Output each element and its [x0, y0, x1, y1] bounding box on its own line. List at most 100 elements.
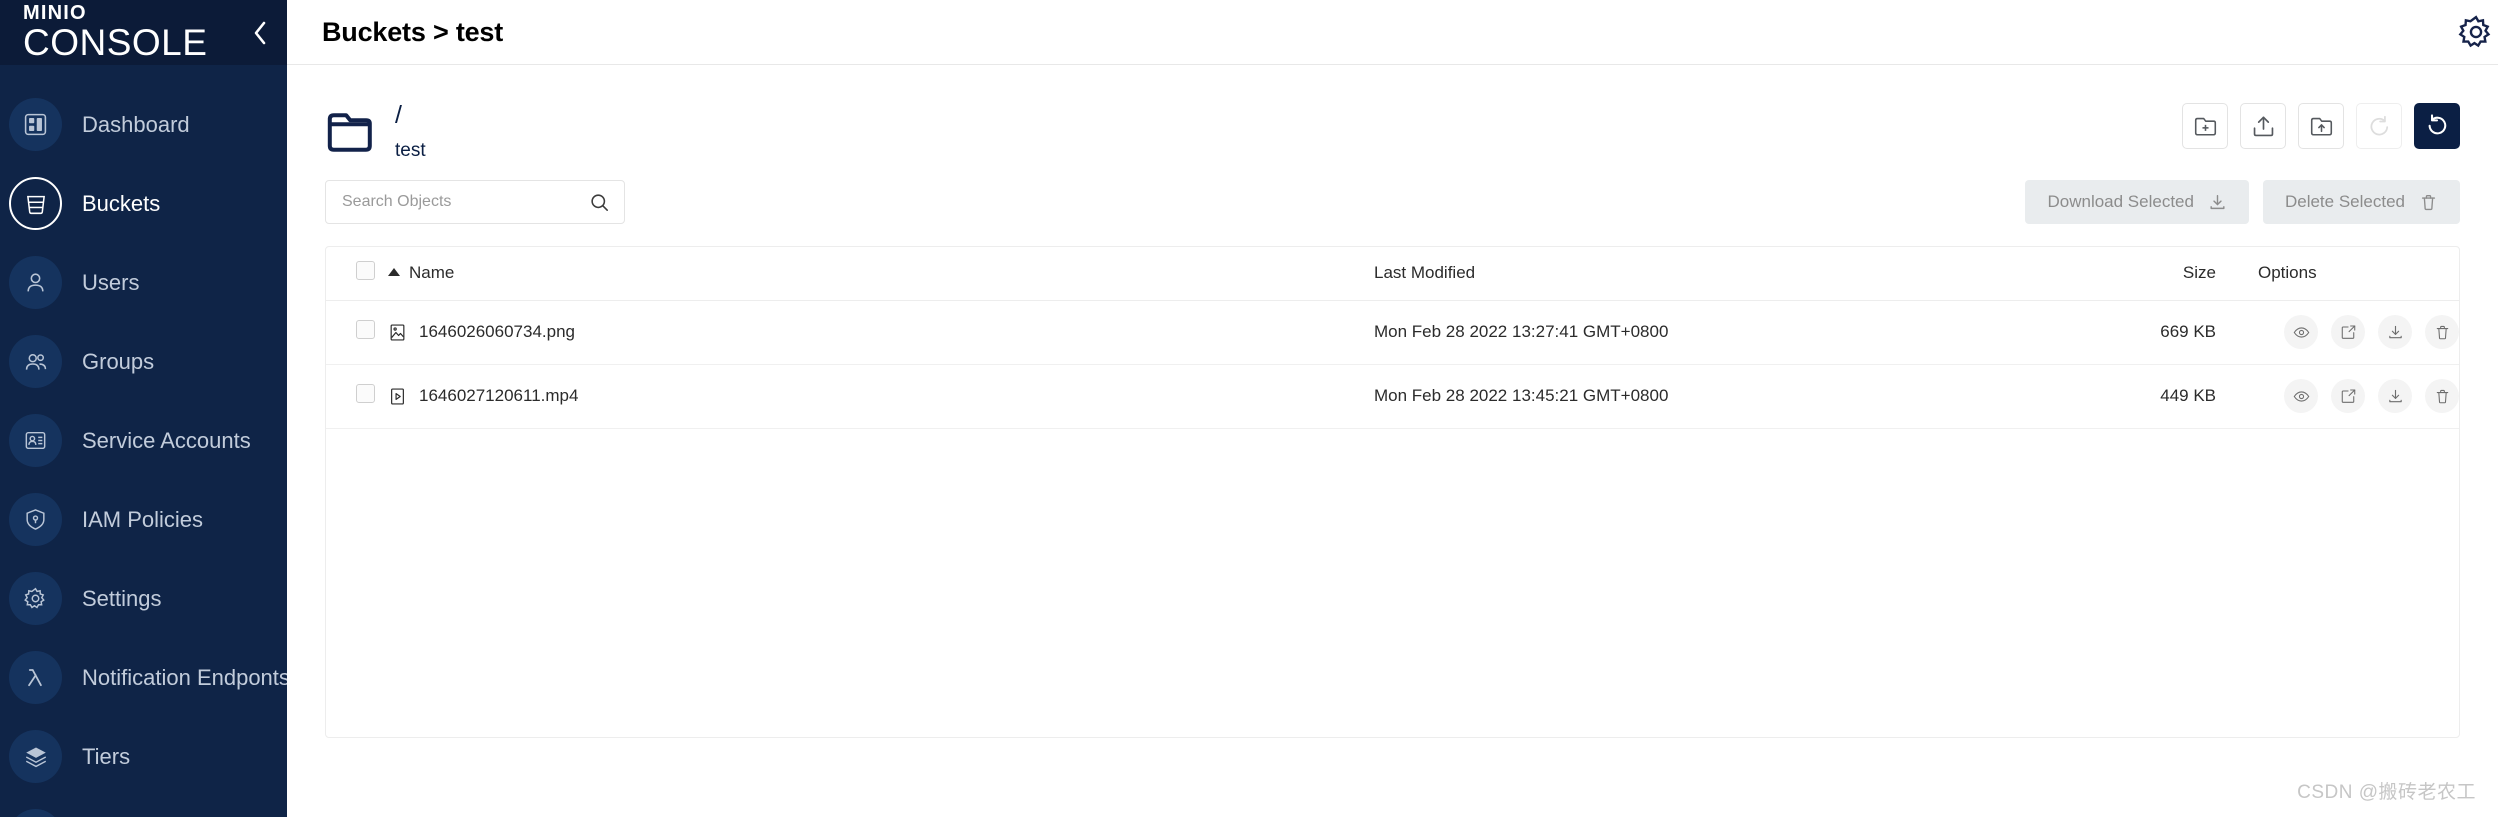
logo-console-text: CONSOLE: [23, 21, 208, 63]
search-icon[interactable]: [589, 192, 610, 213]
refresh-button[interactable]: [2414, 103, 2460, 149]
download-icon: [2210, 194, 2225, 209]
eye-icon: [2293, 326, 2309, 338]
download-button[interactable]: [2378, 315, 2412, 349]
row-name-cell: 1646026060734.png: [388, 300, 1374, 365]
share-button[interactable]: [2331, 315, 2365, 349]
tools-icon: [9, 809, 62, 817]
lambda-icon: [9, 651, 62, 704]
table-row[interactable]: 1646026060734.png Mon Feb 28 2022 13:27:…: [326, 300, 2459, 365]
share-button[interactable]: [2331, 379, 2365, 413]
sidebar-header: MINIO CONSOLE: [0, 0, 287, 65]
sidebar-item-service-accounts[interactable]: Service Accounts: [0, 401, 287, 480]
row-select-cell: [326, 364, 388, 429]
row-name-label: 1646026060734.png: [419, 322, 575, 341]
search-objects-box[interactable]: [325, 180, 625, 224]
sidebar-item-label: Users: [82, 269, 140, 295]
delete-button[interactable]: [2425, 379, 2459, 413]
breadcrumb: Buckets > test: [322, 16, 504, 47]
video-file-icon: [391, 387, 404, 405]
delete-selected-button[interactable]: Delete Selected: [2262, 180, 2460, 224]
bucket-icon: [9, 177, 62, 230]
image-file-icon: [390, 323, 405, 341]
folder-icon: [325, 109, 377, 160]
upload-folder-button[interactable]: [2298, 103, 2344, 149]
service-account-icon: [9, 414, 62, 467]
column-header-name-label: Name: [409, 263, 455, 282]
layers-icon: [9, 730, 62, 783]
selected-actions: Download Selected Delete Selected: [2025, 180, 2460, 224]
watermark: CSDN @搬砖老农工: [2297, 782, 2476, 803]
sidebar-item-tiers[interactable]: Tiers: [0, 717, 287, 796]
upload-icon: [2253, 116, 2273, 136]
settings-button[interactable]: [2454, 10, 2498, 54]
row-last-modified-cell: Mon Feb 28 2022 13:27:41 GMT+0800: [1374, 300, 2074, 365]
preview-button[interactable]: [2284, 315, 2318, 349]
column-header-size-label: Size: [2182, 263, 2216, 282]
sidebar-item-label: Buckets: [82, 190, 161, 216]
download-icon: [2388, 325, 2402, 338]
delete-button[interactable]: [2425, 315, 2459, 349]
sidebar-item-groups[interactable]: Groups: [0, 322, 287, 401]
select-all-checkbox[interactable]: [356, 261, 375, 280]
download-icon: [2388, 389, 2402, 402]
row-options-cell: [2224, 300, 2459, 365]
sidebar-nav: Dashboard Buckets Users Groups Service A…: [0, 65, 287, 817]
table-row[interactable]: 1646027120611.mp4 Mon Feb 28 2022 13:45:…: [326, 364, 2459, 429]
minio-console-logo: MINIO CONSOLE: [23, 3, 207, 63]
row-checkbox[interactable]: [356, 384, 375, 403]
table-body: 1646026060734.png Mon Feb 28 2022 13:27:…: [326, 300, 2459, 429]
eye-icon: [2293, 390, 2309, 402]
sidebar-item-tools[interactable]: Tools: [0, 796, 287, 817]
path-text: / test: [395, 103, 426, 161]
download-button[interactable]: [2378, 379, 2412, 413]
row-select-cell: [326, 300, 388, 365]
column-header-options: Options: [2224, 247, 2459, 301]
sidebar-item-dashboard[interactable]: Dashboard: [0, 85, 287, 164]
objects-table: Name Last Modified Size Options 16460260…: [325, 246, 2460, 738]
sidebar-item-iam-policies[interactable]: IAM Policies: [0, 480, 287, 559]
sidebar-item-label: Tiers: [82, 743, 131, 769]
sidebar-item-settings[interactable]: Settings: [0, 559, 287, 638]
sidebar-item-label: Service Accounts: [82, 427, 251, 453]
sidebar-item-notification-endpoints[interactable]: Notification Endponts: [0, 638, 287, 717]
sidebar-item-buckets[interactable]: Buckets: [0, 164, 287, 243]
sidebar-item-users[interactable]: Users: [0, 243, 287, 322]
objects-toolbar: Download Selected Delete Selected: [325, 180, 2460, 224]
folder-plus-icon: [2194, 117, 2216, 136]
column-header-last-modified[interactable]: Last Modified: [1374, 247, 2074, 301]
row-name-cell: 1646027120611.mp4: [388, 364, 1374, 429]
folder-upload-icon: [2310, 117, 2332, 136]
path-bucket-name: test: [395, 140, 426, 161]
trash-icon: [2436, 325, 2448, 339]
bucket-path: / test: [325, 103, 426, 160]
share-icon: [2341, 324, 2355, 339]
search-input[interactable]: [342, 193, 589, 211]
column-header-size[interactable]: Size: [2074, 247, 2224, 301]
create-folder-button[interactable]: [2182, 103, 2228, 149]
download-selected-label: Download Selected: [2047, 192, 2194, 211]
main-area: Buckets > test / test Search Objects Dow…: [287, 0, 2498, 817]
table-header-row: Name Last Modified Size Options: [326, 247, 2459, 301]
table-head: Name Last Modified Size Options: [326, 247, 2459, 301]
gear-icon: [9, 572, 62, 625]
rewind-button[interactable]: [2356, 103, 2402, 149]
row-name-label: 1646027120611.mp4: [419, 386, 579, 405]
content-area: / test Search Objects Download Selected …: [287, 65, 2498, 738]
sidebar-collapse-button[interactable]: [243, 16, 277, 50]
shield-icon: [9, 493, 62, 546]
sidebar-item-label: Settings: [82, 585, 162, 611]
row-checkbox[interactable]: [356, 320, 375, 339]
download-selected-button[interactable]: Download Selected: [2025, 180, 2249, 224]
sidebar-item-label: Groups: [82, 348, 155, 374]
column-header-name[interactable]: Name: [388, 247, 1374, 301]
app-root: MINIO CONSOLE Dashboard Buckets Users Gr…: [0, 0, 2498, 817]
sort-ascending-icon: [388, 268, 400, 276]
user-icon: [9, 256, 62, 309]
column-header-options-label: Options: [2258, 263, 2317, 282]
share-icon: [2341, 388, 2355, 403]
row-options-cell: [2224, 364, 2459, 429]
select-all-header: [326, 247, 388, 301]
preview-button[interactable]: [2284, 379, 2318, 413]
upload-file-button[interactable]: [2240, 103, 2286, 149]
